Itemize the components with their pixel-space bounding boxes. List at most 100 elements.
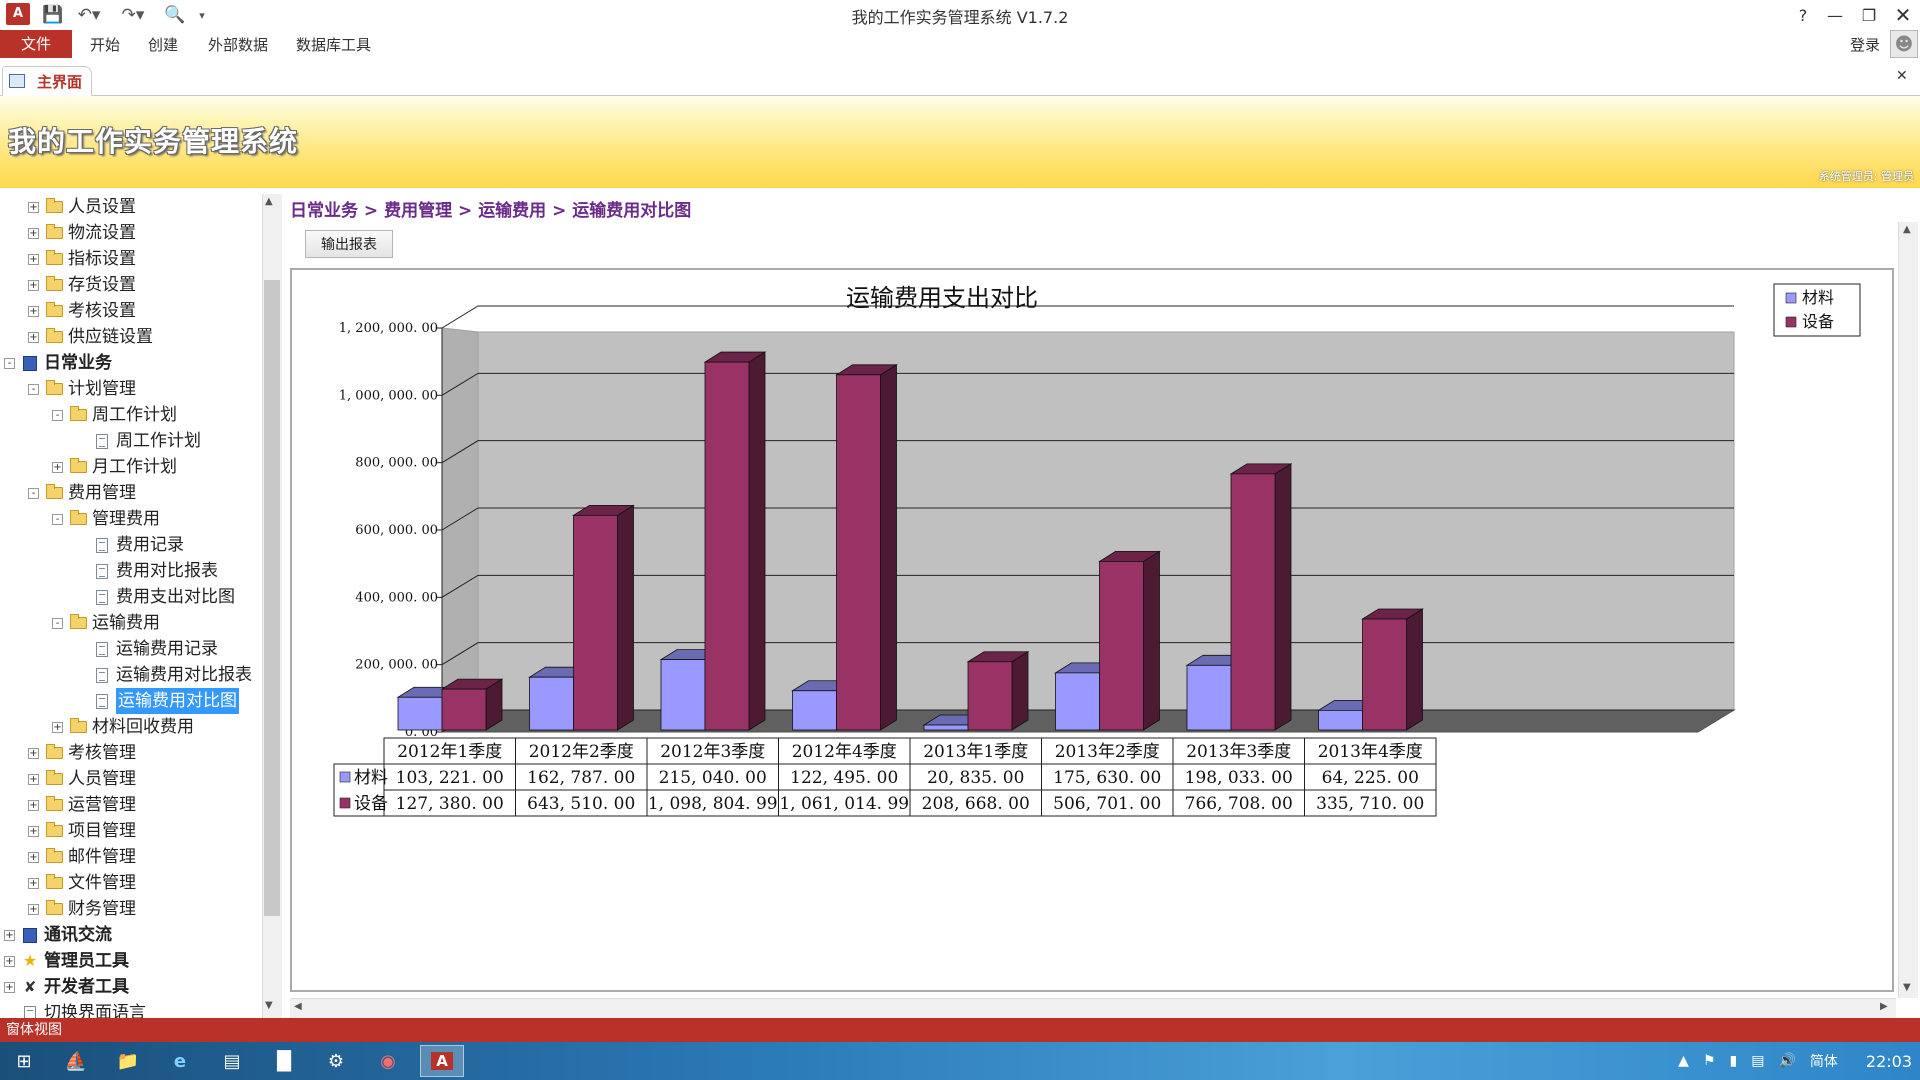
breadcrumb-item[interactable]: 运输费用对比图 [572, 201, 691, 221]
tree-node[interactable]: + 人员管理 [28, 766, 136, 792]
tree-node[interactable]: + 考核设置 [28, 298, 136, 324]
tree-node[interactable]: + 项目管理 [28, 818, 136, 844]
tree-node[interactable]: + 月工作计划 [52, 454, 177, 480]
tree-node[interactable]: + 物流设置 [28, 220, 136, 246]
expand-icon[interactable]: + [4, 981, 15, 993]
tree-node[interactable]: 切换界面语言 [4, 1000, 146, 1018]
tree-node[interactable]: + 邮件管理 [28, 844, 136, 870]
scroll-left-icon[interactable]: ◀ [294, 1001, 302, 1012]
expand-icon[interactable]: + [28, 877, 39, 889]
expand-icon[interactable]: + [28, 279, 39, 291]
expand-icon[interactable]: + [28, 773, 39, 785]
ie-browser-icon[interactable]: e [158, 1045, 202, 1077]
help-icon[interactable]: ? [1786, 2, 1820, 28]
tree-node[interactable]: + ✘ 开发者工具 [4, 974, 129, 1000]
signal-icon[interactable]: ▤ [1751, 1053, 1764, 1069]
app-boat-icon[interactable]: ⛵ [54, 1045, 98, 1077]
network-tool-icon[interactable]: ⚙ [314, 1045, 358, 1077]
tray-overflow-icon[interactable]: ▲ [1678, 1053, 1689, 1069]
close-icon[interactable]: ✕ [1886, 2, 1920, 28]
file-explorer-icon[interactable]: 📁 [106, 1045, 150, 1077]
tab-external-data[interactable]: 外部数据 [196, 30, 280, 60]
tab-main-form[interactable]: 主界面 [2, 66, 92, 96]
collapse-icon[interactable]: - [52, 409, 63, 421]
tree-node[interactable]: - 管理费用 [52, 506, 160, 532]
tree-node[interactable]: + 材料回收费用 [52, 714, 194, 740]
tree-node[interactable]: + 通讯交流 [4, 922, 112, 948]
tree-scroll-down-icon[interactable]: ▼ [265, 1000, 273, 1011]
expand-icon[interactable]: + [28, 851, 39, 863]
tree-node[interactable]: + 文件管理 [28, 870, 136, 896]
tree-node[interactable]: 运输费用对比报表 [76, 662, 252, 688]
scroll-right-icon[interactable]: ▶ [1880, 1001, 1888, 1012]
login-link[interactable]: 登录 [1838, 30, 1892, 60]
tree-node[interactable]: 运输费用记录 [76, 636, 218, 662]
expand-icon[interactable]: + [28, 747, 39, 759]
expand-icon[interactable]: + [4, 929, 15, 941]
volume-icon[interactable]: 🔊 [1778, 1053, 1795, 1069]
tree-node[interactable]: - 计划管理 [28, 376, 136, 402]
document-icon [93, 641, 111, 657]
tree-node[interactable]: 运输费用对比图 [76, 688, 239, 714]
breadcrumb-item[interactable]: 日常业务 [290, 201, 358, 221]
breadcrumb-item[interactable]: 运输费用 [478, 201, 546, 221]
access-taskbar-icon[interactable]: A [420, 1045, 464, 1077]
tree-node[interactable]: 费用记录 [76, 532, 184, 558]
tree-node[interactable]: + 考核管理 [28, 740, 136, 766]
ime-indicator[interactable]: 简体 [1810, 1051, 1838, 1071]
close-form-icon[interactable]: ✕ [1896, 68, 1908, 84]
minimize-icon[interactable]: — [1818, 2, 1852, 28]
main-horizontal-scrollbar[interactable]: ◀ ▶ [290, 998, 1896, 1018]
collapse-icon[interactable]: - [4, 357, 15, 369]
flag-icon[interactable]: ⚑ [1703, 1053, 1716, 1069]
tree-node[interactable]: - 费用管理 [28, 480, 136, 506]
expand-icon[interactable]: + [52, 721, 63, 733]
export-report-button[interactable]: 输出报表 [305, 230, 393, 258]
tab-create[interactable]: 创建 [136, 30, 190, 60]
expand-icon[interactable]: + [28, 227, 39, 239]
tree-node[interactable]: - 周工作计划 [52, 402, 177, 428]
expand-icon[interactable]: + [28, 331, 39, 343]
expand-icon[interactable]: + [28, 305, 39, 317]
tab-home[interactable]: 开始 [78, 30, 132, 60]
main-scroll-up-icon[interactable]: ▲ [1903, 224, 1911, 235]
collapse-icon[interactable]: - [28, 383, 39, 395]
tree-node[interactable]: 费用支出对比图 [76, 584, 235, 610]
tree-scroll-up-icon[interactable]: ▲ [265, 196, 273, 207]
tree-node[interactable]: 周工作计划 [76, 428, 201, 454]
tree-node[interactable]: + 人员设置 [28, 194, 136, 220]
tree-node[interactable]: + 财务管理 [28, 896, 136, 922]
app-window-icon[interactable]: ▤ [210, 1045, 254, 1077]
tree-node[interactable]: + 指标设置 [28, 246, 136, 272]
user-avatar[interactable]: ☻ [1890, 30, 1918, 58]
tree-node[interactable]: - 运输费用 [52, 610, 160, 636]
tree-node[interactable]: + 供应链设置 [28, 324, 153, 350]
restore-icon[interactable]: ❐ [1852, 2, 1886, 28]
tree-node[interactable]: + 存货设置 [28, 272, 136, 298]
expand-icon[interactable]: + [28, 825, 39, 837]
main-scroll-down-icon[interactable]: ▼ [1903, 982, 1911, 993]
collapse-icon[interactable]: - [52, 617, 63, 629]
start-icon[interactable]: ⊞ [2, 1045, 46, 1077]
collapse-icon[interactable]: - [28, 487, 39, 499]
expand-icon[interactable]: + [52, 461, 63, 473]
expand-icon[interactable]: + [4, 955, 15, 967]
main-vertical-scrollbar[interactable]: ▲ ▼ [1898, 222, 1918, 998]
expand-icon[interactable]: + [28, 201, 39, 213]
expand-icon[interactable]: + [28, 253, 39, 265]
tree-node[interactable]: + ★ 管理员工具 [4, 948, 129, 974]
file-tab[interactable]: 文件 [0, 30, 72, 58]
tree-scroll-thumb[interactable] [264, 280, 280, 916]
expand-icon[interactable]: + [28, 799, 39, 811]
tree-node[interactable]: 费用对比报表 [76, 558, 218, 584]
qq-icon[interactable]: ◉ [366, 1045, 410, 1077]
breadcrumb-item[interactable]: 费用管理 [384, 201, 452, 221]
terminal-icon[interactable]: █ [262, 1045, 306, 1077]
battery-icon[interactable]: ▮ [1730, 1053, 1738, 1069]
tab-database-tools[interactable]: 数据库工具 [284, 30, 383, 60]
tree-node[interactable]: + 运营管理 [28, 792, 136, 818]
collapse-icon[interactable]: - [52, 513, 63, 525]
clock[interactable]: 22:03 [1866, 1052, 1912, 1071]
tree-node[interactable]: - 日常业务 [4, 350, 112, 376]
expand-icon[interactable]: + [28, 903, 39, 915]
